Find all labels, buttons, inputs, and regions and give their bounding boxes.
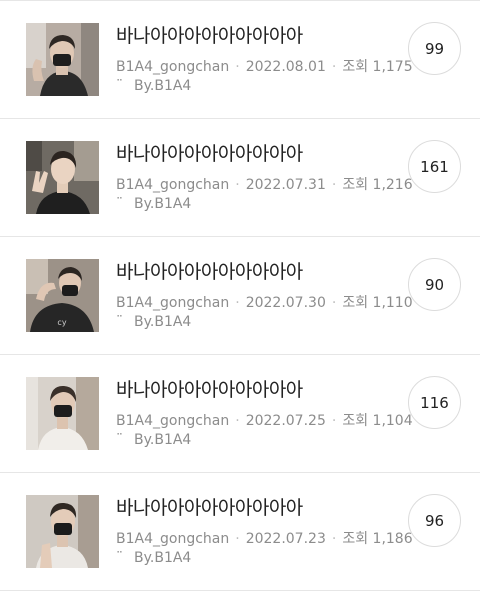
- post-author[interactable]: B1A4_gongchan: [116, 295, 229, 311]
- byline-emoticon: ¨: [116, 196, 124, 212]
- separator-dot: ·: [331, 295, 337, 311]
- separator-dot: ·: [331, 59, 337, 75]
- post-byline: ¨ By.B1A4: [116, 78, 191, 94]
- post-meta: B1A4_gongchan · 2022.07.31 · 조회 1,216: [116, 174, 413, 194]
- selfie-photo-image: [26, 377, 99, 450]
- post-thumbnail[interactable]: [26, 23, 99, 96]
- views-label: 조회: [342, 59, 369, 75]
- post-thumbnail[interactable]: [26, 377, 99, 450]
- post-author[interactable]: B1A4_gongchan: [116, 531, 229, 547]
- byline-emoticon: ¨: [116, 314, 124, 330]
- svg-text:cy: cy: [57, 318, 66, 327]
- views-label: 조회: [342, 413, 369, 429]
- post-item[interactable]: 바나아아아아아아아아아 B1A4_gongchan · 2022.07.31 · 조회 …: [0, 119, 480, 237]
- post-author[interactable]: B1A4_gongchan: [116, 177, 229, 193]
- views-count: 1,110: [372, 295, 413, 311]
- post-thumbnail[interactable]: [26, 495, 99, 568]
- separator-dot: ·: [331, 413, 337, 429]
- views-label: 조회: [342, 177, 369, 193]
- post-date: 2022.07.31: [245, 177, 326, 193]
- post-meta: B1A4_gongchan · 2022.07.25 · 조회 1,104: [116, 410, 413, 430]
- post-meta: B1A4_gongchan · 2022.07.30 · 조회 1,110: [116, 292, 413, 312]
- views-count: 1,175: [372, 59, 413, 75]
- post-date: 2022.07.25: [245, 413, 326, 429]
- post-title[interactable]: 바나아아아아아아아아아: [116, 21, 303, 48]
- post-author[interactable]: B1A4_gongchan: [116, 413, 229, 429]
- post-date: 2022.08.01: [245, 59, 326, 75]
- post-item[interactable]: 바나아아아아아아아아아 B1A4_gongchan · 2022.08.01 · 조회 …: [0, 1, 480, 119]
- selfie-photo-image: [26, 141, 99, 214]
- post-title[interactable]: 바나아아아아아아아아아: [116, 493, 303, 520]
- post-byline: ¨ By.B1A4: [116, 432, 191, 448]
- comment-count-badge[interactable]: 161: [408, 140, 461, 193]
- post-thumbnail[interactable]: cy: [26, 259, 99, 332]
- separator-dot: ·: [235, 59, 240, 75]
- post-author[interactable]: B1A4_gongchan: [116, 59, 229, 75]
- views-count: 1,186: [372, 531, 413, 547]
- byline-text: By.B1A4: [134, 78, 192, 94]
- selfie-photo-image: [26, 23, 99, 96]
- post-byline: ¨ By.B1A4: [116, 196, 191, 212]
- post-byline: ¨ By.B1A4: [116, 550, 191, 566]
- byline-text: By.B1A4: [134, 196, 192, 212]
- selfie-photo-image: cy: [26, 259, 99, 332]
- byline-emoticon: ¨: [116, 550, 124, 566]
- post-title[interactable]: 바나아아아아아아아아아: [116, 139, 303, 166]
- post-date: 2022.07.23: [245, 531, 326, 547]
- separator-dot: ·: [235, 295, 240, 311]
- byline-emoticon: ¨: [116, 432, 124, 448]
- post-title[interactable]: 바나아아아아아아아아아: [116, 375, 303, 402]
- post-title[interactable]: 바나아아아아아아아아아: [116, 257, 303, 284]
- separator-dot: ·: [235, 413, 240, 429]
- separator-dot: ·: [331, 177, 337, 193]
- post-item[interactable]: 바나아아아아아아아아아 B1A4_gongchan · 2022.07.25 · 조회 …: [0, 355, 480, 473]
- post-meta: B1A4_gongchan · 2022.08.01 · 조회 1,175: [116, 56, 413, 76]
- post-item[interactable]: cy 바나아아아아아아아아아 B1A4_gongchan · 2022.07.30 ·…: [0, 237, 480, 355]
- separator-dot: ·: [331, 531, 337, 547]
- views-count: 1,104: [372, 413, 413, 429]
- comment-count-badge[interactable]: 90: [408, 258, 461, 311]
- byline-text: By.B1A4: [134, 314, 192, 330]
- post-meta: B1A4_gongchan · 2022.07.23 · 조회 1,186: [116, 528, 413, 548]
- byline-text: By.B1A4: [134, 432, 192, 448]
- comment-count-badge[interactable]: 116: [408, 376, 461, 429]
- post-thumbnail[interactable]: [26, 141, 99, 214]
- views-label: 조회: [342, 531, 369, 547]
- post-item[interactable]: 바나아아아아아아아아아 B1A4_gongchan · 2022.07.23 · 조회 …: [0, 473, 480, 591]
- byline-text: By.B1A4: [134, 550, 192, 566]
- post-list: 바나아아아아아아아아아 B1A4_gongchan · 2022.08.01 · 조회 …: [0, 0, 480, 591]
- post-date: 2022.07.30: [245, 295, 326, 311]
- selfie-photo-image: [26, 495, 99, 568]
- views-label: 조회: [342, 295, 369, 311]
- post-byline: ¨ By.B1A4: [116, 314, 191, 330]
- comment-count-badge[interactable]: 96: [408, 494, 461, 547]
- byline-emoticon: ¨: [116, 78, 124, 94]
- separator-dot: ·: [235, 531, 240, 547]
- comment-count-badge[interactable]: 99: [408, 22, 461, 75]
- views-count: 1,216: [372, 177, 413, 193]
- separator-dot: ·: [235, 177, 240, 193]
